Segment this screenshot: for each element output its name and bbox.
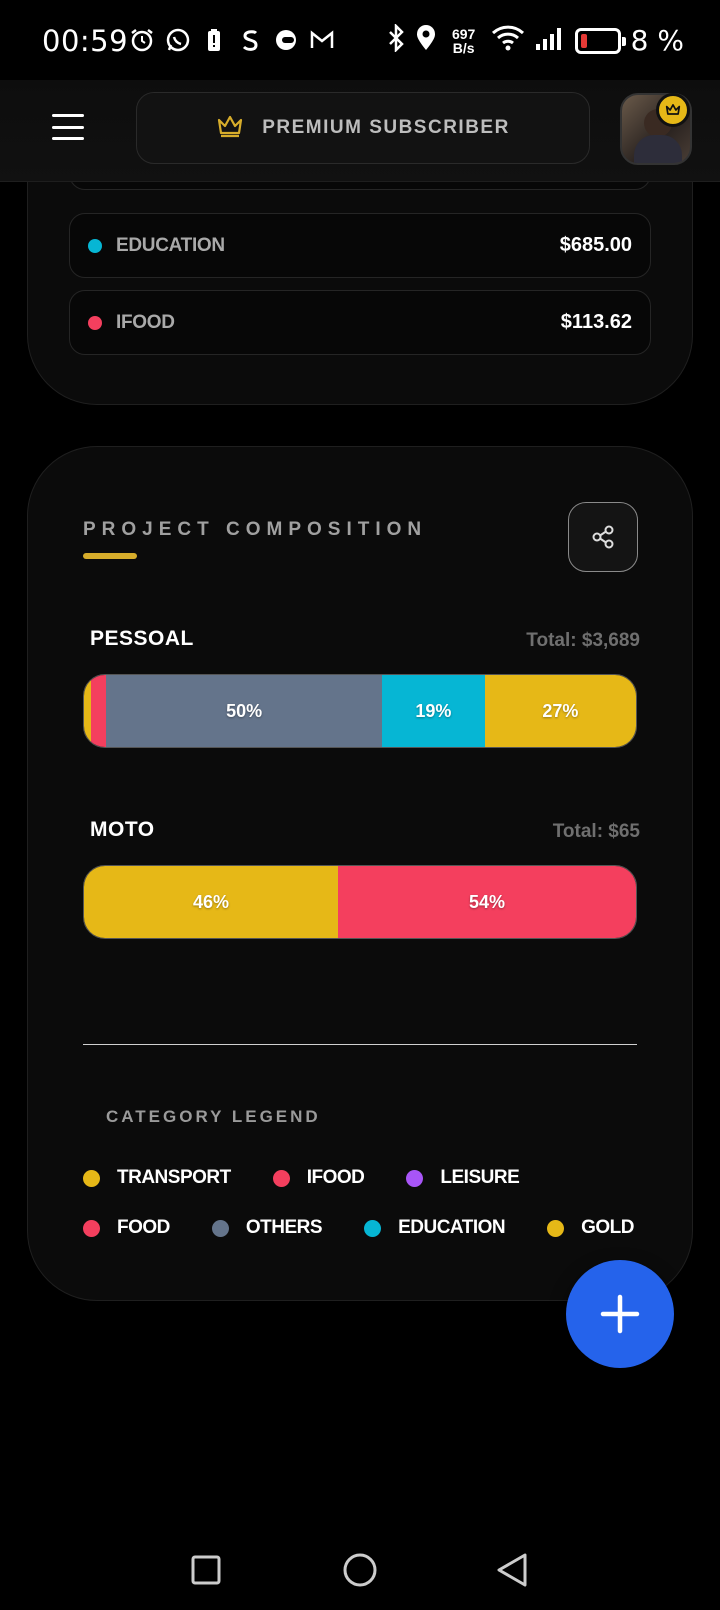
notification-icons: [128, 26, 336, 54]
battery-icon: [574, 27, 626, 54]
crown-icon: [216, 114, 244, 143]
legend-dot: [272, 1169, 290, 1187]
legend-dot: [211, 1219, 229, 1237]
bar-segment[interactable]: 50%: [106, 675, 383, 747]
legend-item-leisure: LEISURE: [406, 1167, 520, 1189]
legend-item-ifood: IFOOD: [272, 1167, 365, 1189]
legend-row: FOOD OTHERS EDUCATION GOLD: [83, 1217, 635, 1239]
section-title: PROJECT COMPOSITION: [83, 519, 428, 540]
share-icon: [592, 525, 614, 549]
legend-item-education: EDUCATION: [364, 1217, 506, 1239]
bar-segment[interactable]: [84, 675, 91, 747]
system-nav-bar: [0, 1530, 720, 1610]
project-total-pessoal: Total: $3,689: [526, 630, 640, 651]
bar-segment[interactable]: 54%: [337, 866, 636, 938]
share-button[interactable]: [568, 502, 638, 572]
recents-square-icon[interactable]: [178, 1542, 234, 1598]
category-row-ifood[interactable]: IFOOD $113.62: [69, 290, 651, 355]
legend-item-others: OTHERS: [211, 1217, 323, 1239]
legend-title: CATEGORY LEGEND: [106, 1107, 321, 1126]
legend-dot: [547, 1219, 565, 1237]
legend-dot: [364, 1219, 382, 1237]
whatsapp-icon: [164, 26, 192, 54]
bar-segment[interactable]: [90, 675, 107, 747]
category-totals-card: EDUCATION $685.00 IFOOD $113.62: [27, 150, 693, 405]
status-bar: 00:59 697 B/s 8 %: [0, 0, 720, 80]
hamburger-icon[interactable]: [52, 114, 84, 140]
battery-percent: 8 %: [630, 24, 684, 57]
bar-segment[interactable]: 46%: [84, 866, 338, 938]
category-row-education[interactable]: EDUCATION $685.00: [69, 213, 651, 278]
cloud-app-icon: [272, 26, 300, 54]
composition-bar-moto[interactable]: 46% 54%: [83, 865, 637, 939]
net-speed: 697 B/s: [451, 25, 476, 56]
signal-icon: [535, 24, 565, 57]
legend-item-food: FOOD: [83, 1217, 170, 1239]
plus-icon: [600, 1294, 640, 1334]
wifi-icon: [491, 24, 525, 57]
premium-badge[interactable]: PREMIUM SUBSCRIBER: [136, 92, 590, 164]
category-name: EDUCATION: [116, 234, 225, 256]
status-time: 00:59: [42, 24, 129, 58]
category-dot: [88, 238, 102, 253]
add-button[interactable]: [566, 1260, 674, 1368]
legend-dot: [83, 1219, 100, 1237]
category-amount: $685.00: [559, 234, 632, 256]
title-underline: [83, 553, 137, 559]
premium-label: PREMIUM SUBSCRIBER: [262, 117, 510, 138]
app-header: PREMIUM SUBSCRIBER: [0, 80, 720, 182]
legend-item-gold: GOLD: [547, 1217, 635, 1239]
back-triangle-icon[interactable]: [484, 1542, 540, 1598]
category-dot: [88, 315, 102, 330]
composition-bar-pessoal[interactable]: 50% 19% 27%: [83, 674, 637, 748]
s-app-icon: [236, 26, 264, 54]
legend-dot: [83, 1169, 100, 1187]
bluetooth-icon: [387, 22, 405, 57]
divider: [83, 1044, 637, 1045]
project-name-pessoal: PESSOAL: [90, 627, 194, 650]
gmail-icon: [308, 26, 336, 54]
battery-saver-icon: [200, 26, 228, 54]
legend-dot: [406, 1169, 424, 1187]
category-name: IFOOD: [116, 311, 175, 333]
project-composition-card: PROJECT COMPOSITION PESSOAL Total: $3,68…: [27, 446, 693, 1301]
bar-segment[interactable]: 19%: [382, 675, 485, 747]
legend-row: TRANSPORT IFOOD LEISURE: [83, 1167, 561, 1189]
bar-segment[interactable]: 27%: [484, 675, 636, 747]
home-circle-icon[interactable]: [332, 1542, 388, 1598]
crown-icon: [656, 93, 690, 127]
system-icons: 697 B/s 8 %: [387, 22, 684, 57]
project-total-moto: Total: $65: [552, 821, 640, 842]
project-name-moto: MOTO: [90, 818, 155, 841]
category-amount: $113.62: [560, 311, 632, 333]
alarm-icon: [128, 26, 156, 54]
legend-item-transport: TRANSPORT: [83, 1167, 231, 1189]
location-icon: [415, 24, 437, 57]
